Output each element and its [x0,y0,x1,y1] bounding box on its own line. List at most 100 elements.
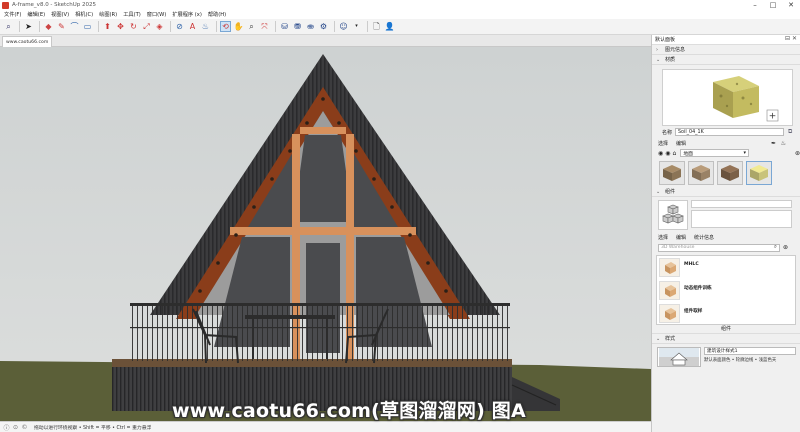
menu-view[interactable]: 视图(V) [51,11,69,18]
menu-tools[interactable]: 工具(T) [123,11,141,18]
list-item[interactable]: 组件取样 [657,302,795,325]
forward-arrow-icon[interactable]: ◉ [665,150,670,157]
scale-icon[interactable]: ⤢ [141,21,152,32]
arc-icon[interactable]: ⌒ [69,21,80,32]
menu-draw[interactable]: 绘图(R) [99,11,117,18]
warehouse-icon[interactable]: ⛁ [279,21,290,32]
component-fields [691,200,792,230]
material-swatch[interactable] [688,161,714,185]
extension-warehouse-icon[interactable]: ⛃ [292,21,303,32]
credits-icon[interactable]: © [21,424,28,431]
menu-camera[interactable]: 相机(C) [75,11,93,18]
tab-select[interactable]: 选择 [658,234,668,241]
zoom-icon[interactable]: ⌕ [246,21,257,32]
default-tray: 默认面板 ⊟ ✕ › 图元信息 ⌄ 材质 + 名称 Soil_04_1K ⧉ 选… [651,35,800,432]
section-title: 组件 [665,189,676,195]
tray-header: 默认面板 ⊟ ✕ [652,35,800,45]
zoom-extents-icon[interactable]: ⤧ [259,21,270,32]
home-icon[interactable]: ⌂ [673,150,677,157]
close-icon[interactable]: ✕ [782,0,800,10]
tab-edit[interactable]: 编辑 [676,140,686,147]
window-title: A-frame_v8.0 - SketchUp 2025 [12,2,96,8]
rotate-icon[interactable]: ↻ [128,21,139,32]
material-name-label: 名称 [662,129,673,136]
list-item[interactable]: 动态组件训练 [657,279,795,302]
toolbar-divider [98,21,99,32]
material-swatch[interactable] [659,161,685,185]
document-tab-label: www.caotu66.com [6,39,49,45]
document-tab[interactable]: www.caotu66.com [2,36,52,47]
style-name-input[interactable]: 建筑设计样式1 [704,347,796,355]
material-cube-preview: + [713,76,779,122]
component-cubes-icon [658,200,688,230]
profile-icon[interactable]: ☺ [338,21,349,32]
chevron-down-icon: ⌄ [656,335,661,342]
eyedropper-icon[interactable]: ✒ [771,140,776,147]
section-title: 图元信息 [665,47,686,53]
paint-bucket-icon[interactable]: ♨ [200,21,211,32]
menu-edit[interactable]: 编辑(E) [27,11,45,18]
section-components[interactable]: ⌄ 组件 [652,187,800,197]
menu-file[interactable]: 文件(F) [4,11,21,18]
sketchup-logo-icon [2,1,9,9]
timber-beam [300,127,346,134]
maximize-icon[interactable]: □ [764,0,782,10]
move-icon[interactable]: ✥ [115,21,126,32]
material-swatch-selected[interactable] [746,161,772,185]
tab-select[interactable]: 选择 [658,140,668,147]
tape-measure-icon[interactable]: ⊘ [174,21,185,32]
chevron-down-icon: ⌄ [656,188,661,195]
offset-icon[interactable]: ◈ [154,21,165,32]
component-search-input[interactable]: 3D Warehouse ⌕ [658,243,780,252]
tab-edit[interactable]: 编辑 [676,234,686,241]
model-viewport[interactable] [0,47,651,421]
section-styles[interactable]: ⌄ 样式 [652,334,800,344]
details-icon[interactable]: ⊛ [795,150,800,157]
select-arrow-icon[interactable]: ➤ [23,21,34,32]
push-pull-icon[interactable]: ⬆ [102,21,113,32]
account-icon[interactable]: 👤 [384,21,395,32]
orbit-icon[interactable]: ⟲ [220,21,231,32]
info-icon[interactable]: ⓘ [3,424,10,432]
extension-manager-icon[interactable]: ⚙ [318,21,329,32]
material-preview: + [662,69,793,126]
search-icon[interactable]: ⌕ [774,244,777,251]
menu-help[interactable]: 帮助(H) [208,11,226,18]
component-info [658,200,800,230]
pan-icon[interactable]: ✋ [233,21,244,32]
paint-bucket-icon[interactable]: ♨ [781,140,786,147]
eraser-icon[interactable]: ◆ [43,21,54,32]
geolocation-icon[interactable]: ⊙ [12,424,19,431]
search-icon[interactable]: ⌕ [3,21,14,32]
text-label-icon[interactable]: A [187,21,198,32]
window-controls: – □ ✕ [746,0,800,10]
duplicate-material-icon[interactable]: ⧉ [788,128,792,136]
title-bar: A-frame_v8.0 - SketchUp 2025 – □ ✕ [0,0,800,10]
list-item[interactable]: MHLC [657,256,795,279]
back-arrow-icon[interactable]: ◉ [658,150,663,157]
chevron-down-icon[interactable]: ▾ [351,21,362,32]
layout-send-icon[interactable]: ⛂ [305,21,316,32]
style-thumbnail[interactable] [657,347,701,367]
pencil-line-icon[interactable]: ✎ [56,21,67,32]
component-footer: 组件 [652,325,800,334]
tab-statistics[interactable]: 统计信息 [694,234,714,241]
section-entity-info[interactable]: › 图元信息 [652,45,800,55]
material-name-input[interactable]: Soil_04_1K [675,128,785,136]
menu-window[interactable]: 窗口(W) [147,11,167,18]
rectangle-icon[interactable]: ▭ [82,21,93,32]
add-material-icon: + [769,112,777,122]
menu-extensions[interactable]: 扩展程序 (x) [172,11,202,18]
toolbar-divider [275,21,276,32]
component-description-field[interactable] [691,210,792,228]
component-name-field[interactable] [691,200,792,208]
material-swatch[interactable] [717,161,743,185]
details-icon[interactable]: ⊛ [783,244,788,251]
new-file-icon[interactable]: 🗋 [371,21,382,32]
section-materials[interactable]: ⌄ 材质 [652,55,800,65]
timber-beam [230,227,416,235]
tray-controls-icon[interactable]: ⊟ ✕ [785,35,797,42]
component-thumbnail [659,281,680,300]
minimize-icon[interactable]: – [746,0,764,10]
material-library-select[interactable]: 地面 [680,149,749,157]
